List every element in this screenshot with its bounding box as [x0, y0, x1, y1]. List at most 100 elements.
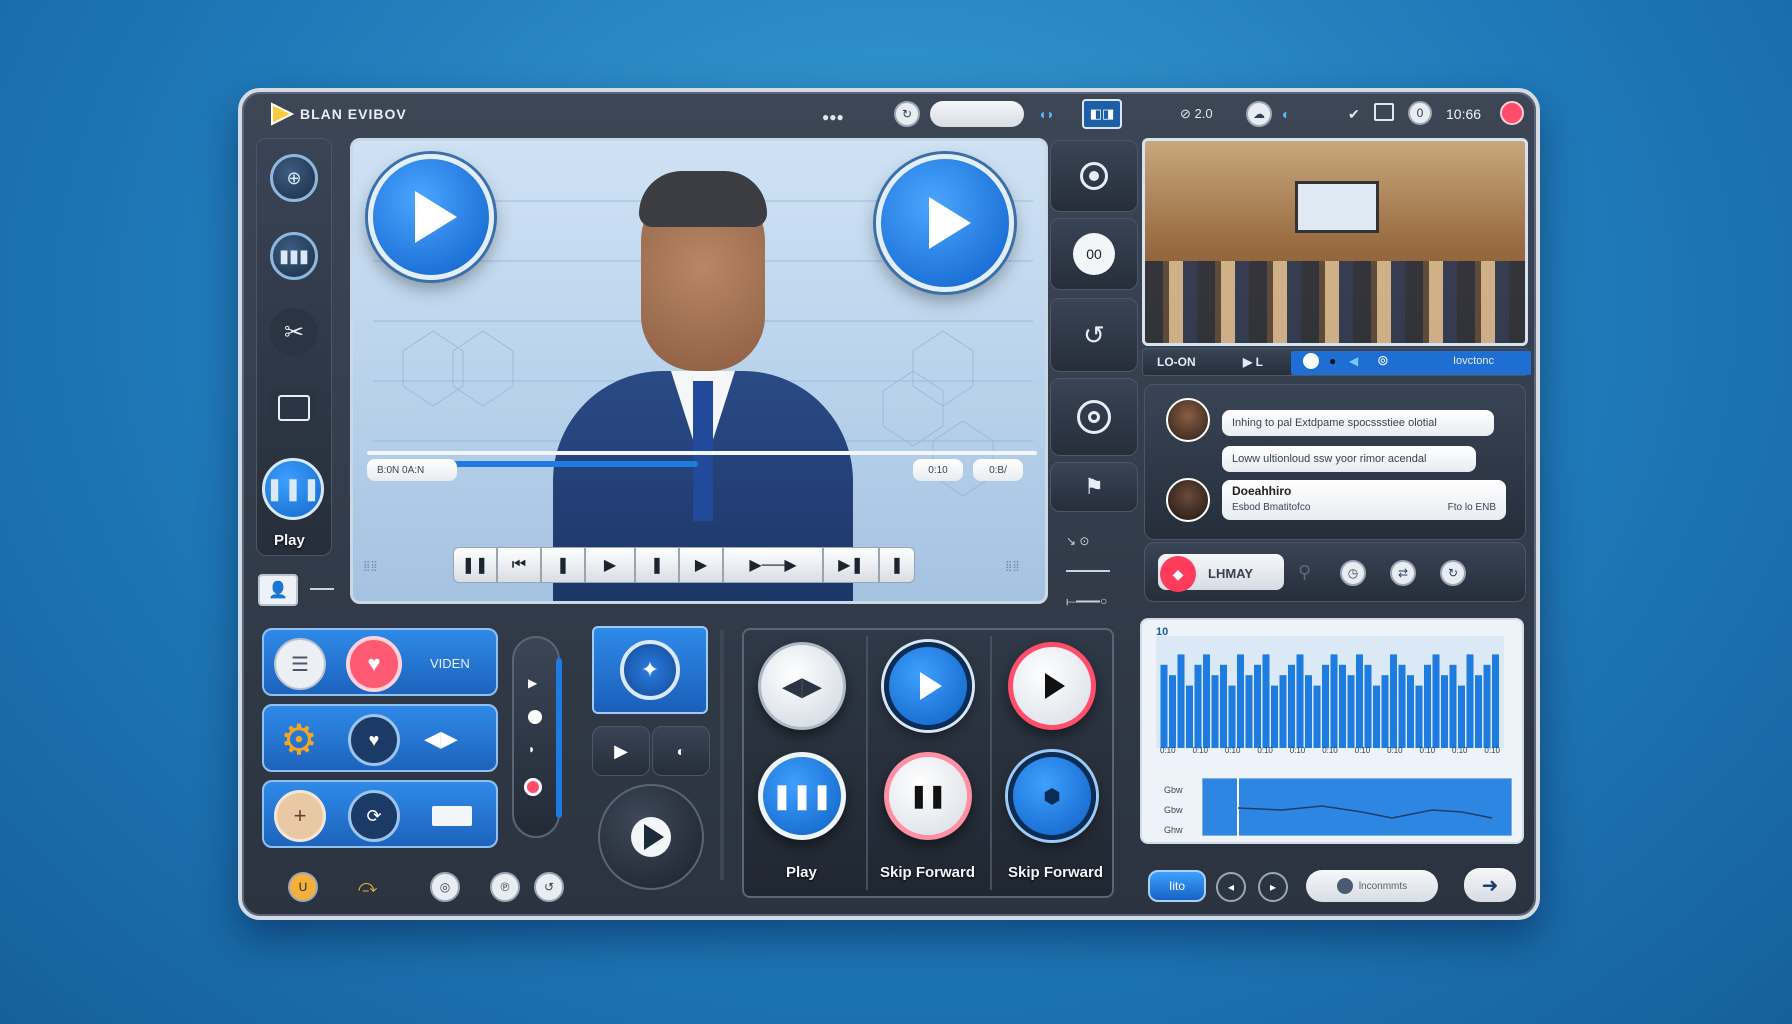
v-record-icon[interactable] [524, 778, 542, 796]
thumb-record-dot[interactable] [1303, 353, 1319, 369]
bottom-p-icon[interactable]: ℗ [490, 872, 520, 902]
sidebar-tools-icon[interactable]: ✂ [270, 308, 318, 356]
chart-x-tick: 0:10 [1419, 746, 1436, 755]
bottom-refresh-icon[interactable]: ↺ [534, 872, 564, 902]
step-ctrl-button[interactable]: ❚ [635, 547, 679, 583]
end-ctrl-button[interactable]: ❚ [879, 547, 915, 583]
replay-icon[interactable]: ↻ [1440, 560, 1466, 586]
toggle-icon[interactable]: 0 [1408, 101, 1432, 125]
chart-bar [1466, 654, 1474, 748]
app-title: BLAN EVIBOV [300, 106, 407, 122]
add-icon[interactable]: + [274, 790, 326, 842]
sidebar-play-label: Play [274, 532, 305, 549]
pause-blue-button[interactable]: ❚❚❚ [758, 752, 846, 840]
big-play-button-right[interactable] [876, 154, 1014, 292]
chart-bar [1169, 675, 1176, 748]
chat-message-3-name: Doeahhiro [1232, 484, 1292, 498]
thumb-mid-label[interactable]: ▶ L [1243, 355, 1263, 369]
bottom-blue-pill[interactable]: Iito [1148, 870, 1206, 902]
search-pill[interactable] [930, 101, 1024, 127]
seek-progress [443, 461, 698, 467]
sidebar-equalizer-icon[interactable]: ▮▮▮ [270, 232, 318, 280]
skip-ctrl-button[interactable]: ▶──▶ [723, 547, 823, 583]
bottom-u-icon[interactable]: U [288, 872, 318, 902]
next-ctrl-button[interactable]: ▶❚ [823, 547, 879, 583]
bottom-comments-pill[interactable]: lnconmmts [1306, 870, 1438, 902]
chart-bar [1432, 654, 1440, 748]
menu-lines-icon[interactable]: ☰ [274, 638, 326, 690]
audio-icon[interactable]: ◖◗ [1038, 106, 1055, 122]
window-icon[interactable] [1374, 103, 1394, 121]
volume-icon[interactable]: ◐ [1282, 106, 1290, 122]
v-dot-icon[interactable] [528, 710, 542, 724]
small-play-tile[interactable]: ▶ [592, 726, 650, 776]
pause-white-button[interactable]: ❚❚ [884, 752, 972, 840]
like-heart-icon[interactable]: ♥ [348, 714, 400, 766]
play-ctrl-button[interactable]: ▶ [585, 547, 635, 583]
play-white-button[interactable] [1008, 642, 1096, 730]
play2-ctrl-button[interactable]: ▶ [679, 547, 723, 583]
chart-bar [1220, 664, 1227, 748]
flag-icon[interactable]: ⚑ [1050, 462, 1138, 512]
timer-icon[interactable]: ◷ [1340, 560, 1366, 586]
favorite-heart-icon[interactable]: ♥ [346, 636, 402, 692]
forward-arrow-button[interactable]: ➜ [1464, 868, 1516, 902]
seek-track[interactable] [367, 451, 1037, 455]
swap-arrows-icon[interactable]: ◀▶ [424, 726, 458, 752]
compass-icon: ✦ [620, 640, 680, 700]
user-icon[interactable]: 👤 [258, 574, 298, 606]
pause-ctrl-button[interactable]: ❚❚ [453, 547, 497, 583]
swap-icon[interactable]: ⇄ [1390, 560, 1416, 586]
chart-bar [1364, 664, 1372, 748]
play-blue-button[interactable] [884, 642, 972, 730]
chart-bar [1262, 654, 1270, 748]
v-play-icon[interactable]: ▶ [528, 676, 537, 690]
small-pin-tile[interactable]: ◐ [652, 726, 710, 776]
thumb-back-icon[interactable]: ◀ [1349, 354, 1358, 368]
chart-bar [1322, 664, 1329, 748]
screen-share-icon[interactable]: ◧◨ [1082, 99, 1122, 129]
bottom-hook-icon[interactable]: ⤼ [358, 876, 377, 897]
bottom-next-icon[interactable]: ▸ [1258, 872, 1288, 902]
big-play-button-left[interactable] [368, 154, 494, 280]
small-divider [1066, 570, 1110, 572]
pause-toggle-button[interactable]: 00 [1050, 218, 1138, 290]
signal-icon: ✔ [1348, 106, 1360, 122]
prev-ctrl-button[interactable]: ⏮ [497, 547, 541, 583]
refresh-icon[interactable]: ↻ [894, 101, 920, 127]
fullscreen-blue-button[interactable]: ⬢ [1008, 752, 1096, 840]
marker-icon[interactable]: ⚲ [1298, 562, 1311, 583]
chart-bar [1228, 685, 1236, 748]
chat-message-3-time: Fto lo ENB [1447, 502, 1496, 513]
cloud-icon[interactable]: ☁ [1246, 101, 1272, 127]
rewind-forward-button[interactable]: ◀▶ [758, 642, 846, 730]
caption-box-icon[interactable] [432, 806, 472, 826]
sidebar-globe-icon[interactable]: ⊕ [270, 154, 318, 202]
jog-dial[interactable] [598, 784, 704, 890]
clock-readout: 10:66 [1446, 106, 1482, 122]
sidebar-image-icon[interactable] [270, 388, 318, 428]
conference-thumbnail[interactable] [1142, 138, 1528, 346]
small-slider-icon[interactable]: ⟝━━○ [1066, 594, 1107, 609]
settings-gear-icon[interactable]: ⚙ [274, 714, 324, 764]
sync-icon[interactable]: ↺ [1050, 298, 1138, 372]
sidebar-pause-button[interactable]: ❚❚❚ [262, 458, 324, 520]
thumb-stop-icon[interactable]: ● [1329, 354, 1336, 368]
stop-ctrl-button[interactable]: ❚ [541, 547, 585, 583]
target-icon[interactable] [1050, 378, 1138, 456]
vertical-control-pill [512, 636, 560, 838]
audience [1145, 261, 1525, 343]
thumb-settings-icon[interactable]: ⊚ [1377, 352, 1389, 369]
bottom-coin-icon[interactable]: ◎ [430, 872, 460, 902]
compass-tile[interactable]: ✦ [592, 626, 708, 714]
chart-x-tick: 0:10 [1484, 746, 1500, 755]
cycle-icon[interactable]: ⟳ [348, 790, 400, 842]
mini-line-chart [1202, 778, 1512, 836]
bottom-prev-icon[interactable]: ◂ [1216, 872, 1246, 902]
notification-badge[interactable] [1500, 101, 1524, 125]
record-circle-button[interactable] [1050, 140, 1138, 212]
more-dots-icon[interactable]: ●●● [822, 110, 844, 124]
v-half-icon[interactable]: ◗ [528, 742, 535, 756]
comments-label: lnconmmts [1358, 880, 1408, 892]
chart-bar [1237, 654, 1244, 748]
